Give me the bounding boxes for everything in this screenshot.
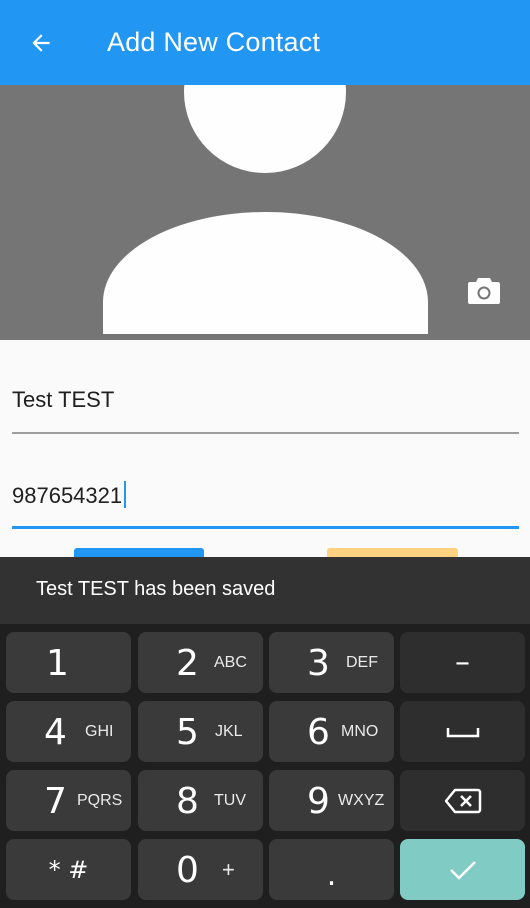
name-input-value: Test TEST bbox=[12, 387, 115, 412]
key-digit: 9 bbox=[307, 781, 330, 822]
page-title: Add New Contact bbox=[107, 27, 321, 57]
key-digit: 4 bbox=[44, 712, 67, 753]
key-space[interactable] bbox=[400, 701, 525, 762]
snackbar: Test TEST has been saved bbox=[0, 557, 530, 624]
phone-field[interactable]: 987654321 bbox=[12, 478, 519, 530]
back-button[interactable] bbox=[20, 22, 62, 64]
backspace-icon bbox=[444, 788, 481, 813]
snackbar-message: Test TEST has been saved bbox=[36, 578, 276, 600]
key-1[interactable]: 1 bbox=[6, 632, 131, 693]
key-digit: 7 bbox=[44, 781, 67, 822]
key-digit: 1 bbox=[46, 643, 69, 684]
key-symbols: * # bbox=[48, 855, 89, 884]
key-letters: TUV bbox=[214, 792, 246, 809]
period-glyph: . bbox=[326, 858, 337, 893]
avatar-placeholder-body bbox=[103, 212, 428, 334]
minus-glyph: – bbox=[455, 645, 470, 680]
phone-input-value: 987654321 bbox=[12, 483, 123, 508]
key-star-hash[interactable]: * # bbox=[6, 839, 131, 900]
key-period[interactable]: . bbox=[269, 839, 394, 900]
key-letters: + bbox=[222, 857, 235, 882]
contact-photo[interactable] bbox=[0, 85, 530, 340]
key-3[interactable]: 3 DEF bbox=[269, 632, 394, 693]
check-icon bbox=[449, 860, 476, 880]
key-digit: 0 bbox=[176, 850, 199, 891]
key-letters: WXYZ bbox=[338, 792, 385, 809]
key-2[interactable]: 2 ABC bbox=[138, 632, 263, 693]
key-6[interactable]: 6 MNO bbox=[269, 701, 394, 762]
arrow-left-icon bbox=[32, 34, 50, 52]
phone-input[interactable]: 987654321 bbox=[12, 481, 127, 509]
key-done[interactable] bbox=[400, 839, 525, 900]
key-letters: JKL bbox=[215, 723, 243, 740]
key-digit: 6 bbox=[307, 712, 330, 753]
app-bar: Add New Contact bbox=[0, 0, 530, 85]
key-9[interactable]: 9 WXYZ bbox=[269, 770, 394, 831]
key-letters: ABC bbox=[214, 654, 247, 671]
key-minus[interactable]: – bbox=[400, 632, 525, 693]
key-7[interactable]: 7 PQRS bbox=[6, 770, 131, 831]
name-field[interactable]: Test TEST bbox=[12, 384, 519, 436]
key-8[interactable]: 8 TUV bbox=[138, 770, 263, 831]
text-cursor bbox=[124, 481, 127, 508]
phone-field-underline bbox=[12, 526, 519, 529]
key-backspace[interactable] bbox=[400, 770, 525, 831]
key-0[interactable]: 0 + bbox=[138, 839, 263, 900]
key-digit: 2 bbox=[176, 643, 199, 684]
key-letters: PQRS bbox=[77, 792, 123, 809]
key-digit: 3 bbox=[307, 643, 330, 684]
key-4[interactable]: 4 GHI bbox=[6, 701, 131, 762]
key-digit: 5 bbox=[176, 712, 199, 753]
key-5[interactable]: 5 JKL bbox=[138, 701, 263, 762]
key-letters: DEF bbox=[346, 654, 378, 671]
key-digit: 8 bbox=[176, 781, 199, 822]
avatar-placeholder-head bbox=[184, 85, 346, 173]
numeric-keyboard: 1 2 ABC 3 DEF – 4 GHI 5 JKL 6 MNO 7 PQRS… bbox=[0, 624, 530, 908]
name-field-underline bbox=[12, 432, 519, 434]
key-letters: MNO bbox=[341, 723, 379, 740]
space-icon bbox=[446, 727, 479, 737]
camera-icon bbox=[468, 278, 500, 304]
key-letters: GHI bbox=[85, 723, 114, 740]
change-photo-button[interactable] bbox=[466, 275, 502, 307]
